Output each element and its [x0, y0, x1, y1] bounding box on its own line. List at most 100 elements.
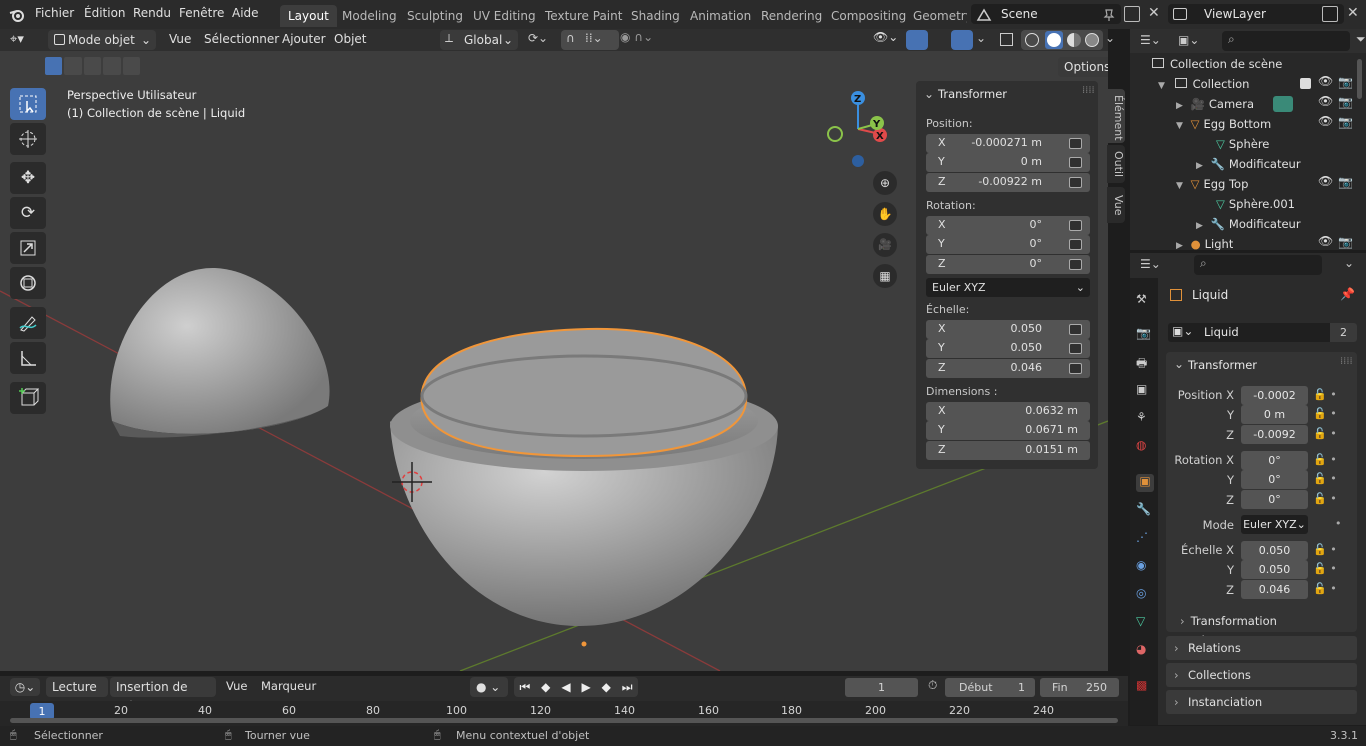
instancing-section[interactable]: › Instanciation [1166, 690, 1357, 714]
position-z-field[interactable]: Z -0.00922 m [926, 173, 1090, 192]
pin-icon[interactable] [1103, 8, 1115, 22]
prop-scale-x[interactable]: 0.050 [1241, 541, 1308, 560]
tab-texture-paint[interactable]: Texture Paint [537, 5, 630, 27]
menu-window[interactable]: Fenêtre [179, 6, 224, 20]
outliner-scrollbar[interactable] [1357, 59, 1362, 99]
ortho-grid-icon[interactable]: ▦ [873, 264, 897, 288]
output-tab-icon[interactable]: 🖶 [1136, 354, 1154, 372]
tab-compositing[interactable]: Compositing [823, 5, 914, 27]
tool-tab-icon[interactable]: ⚒ [1136, 292, 1154, 310]
tab-animation[interactable]: Animation [682, 5, 759, 27]
expand-icon[interactable]: ▶ [1176, 241, 1183, 250]
outliner-root[interactable]: Collection de scène [1152, 54, 1282, 74]
material-shading-icon[interactable] [1067, 33, 1081, 47]
eye-icon[interactable]: 👁 [1318, 114, 1333, 128]
outliner-item-camera[interactable]: ▶ 🎥 Camera [1176, 94, 1254, 114]
lock-icon[interactable]: 🔓 • [1313, 492, 1337, 505]
tab-modeling[interactable]: Modeling [334, 5, 405, 27]
modifier-tab-icon[interactable]: 🔧 [1136, 502, 1154, 520]
jump-end-icon[interactable]: ⏭ [622, 677, 633, 697]
annotate-tool[interactable] [10, 307, 46, 339]
solid-shading-icon[interactable] [1045, 31, 1063, 49]
object-tab-icon[interactable]: ▣ [1136, 474, 1154, 492]
eye-icon[interactable]: 👁 [1318, 94, 1333, 108]
mesh-data-tab-icon[interactable]: ▽ [1136, 614, 1154, 632]
outliner-editor-icon[interactable]: ☰⌄ [1140, 33, 1161, 47]
filter-icon[interactable]: ⏷ [1356, 32, 1366, 47]
eye-icon[interactable]: 👁 [1318, 174, 1333, 188]
prop-rotation-x[interactable]: 0° [1241, 451, 1308, 470]
play-reverse-icon[interactable]: ◀ [561, 677, 570, 697]
dimension-x-field[interactable]: X 0.0632 m [926, 402, 1090, 421]
tab-uv-editing[interactable]: UV Editing [465, 5, 544, 27]
select-box-tool[interactable] [10, 88, 46, 120]
select-new-icon[interactable] [45, 57, 63, 75]
render-camera-icon[interactable]: 📷 [1338, 95, 1353, 109]
prop-rotation-mode[interactable]: Euler XYZ⌄ [1241, 515, 1308, 534]
menu-edit[interactable]: Édition [84, 6, 126, 20]
properties-search-input[interactable] [1194, 255, 1322, 275]
delta-transform-subpanel[interactable]: ›Transformation différentielle [1180, 611, 1350, 648]
relations-section[interactable]: › Relations [1166, 636, 1357, 660]
stopwatch-icon[interactable]: ⏱ [928, 678, 937, 693]
outliner-item-sphere-001[interactable]: ▽ Sphère.001 [1216, 194, 1295, 214]
add-cube-tool[interactable] [10, 382, 46, 414]
eye-icon[interactable]: 👁 [1318, 74, 1333, 88]
measure-tool[interactable] [10, 342, 46, 374]
lock-icon[interactable]: 🔓 • [1313, 472, 1337, 485]
animate-dot-icon[interactable]: • [1335, 517, 1342, 530]
drag-handle-icon[interactable]: ⁞⁞⁞⁞ [1340, 356, 1353, 367]
lock-icon[interactable]: 🔓 • [1313, 582, 1337, 595]
lock-icon[interactable]: 🔓 • [1313, 407, 1337, 420]
expand-icon[interactable]: ▼ [1158, 81, 1165, 91]
rotation-mode-dropdown[interactable]: Euler XYZ ⌄ [926, 278, 1090, 297]
drag-handle-icon[interactable]: ⁞⁞⁞⁞ [1082, 85, 1095, 96]
pivot-icon[interactable]: ⟳⌄ [528, 31, 548, 45]
menu-select[interactable]: Sélectionner [204, 32, 279, 46]
snap-group[interactable]: ∩ ⁞⁞⌄ [561, 30, 619, 50]
prop-rotation-y[interactable]: 0° [1241, 470, 1308, 489]
prop-position-x[interactable]: -0.0002 [1241, 386, 1308, 405]
outliner-item-modifiers[interactable]: ▶ 🔧 Modificateur [1196, 214, 1301, 234]
timeline-editor-icon[interactable]: ◷⌄ [10, 678, 40, 696]
lock-icon[interactable] [1069, 259, 1082, 270]
object-data-field[interactable]: ▣⌄ Liquid 2 [1168, 323, 1357, 342]
tab-tool[interactable]: Outil [1107, 145, 1125, 183]
close-viewlayer-icon[interactable]: ✕ [1347, 5, 1359, 21]
tab-shading[interactable]: Shading [623, 5, 688, 27]
lock-icon[interactable] [1069, 363, 1082, 374]
scale-x-field[interactable]: X 0.050 [926, 320, 1090, 339]
outliner-item-sphere[interactable]: ▽ Sphère [1216, 134, 1269, 154]
cursor-tool[interactable] [10, 123, 46, 155]
prop-position-z[interactable]: -0.0092 [1241, 425, 1308, 444]
rendered-shading-icon[interactable] [1085, 33, 1099, 47]
render-camera-icon[interactable]: 📷 [1338, 175, 1353, 189]
select-intersect-icon[interactable] [122, 57, 141, 75]
render-camera-icon[interactable]: 📷 [1338, 235, 1353, 249]
tab-layout[interactable]: Layout [280, 5, 337, 27]
prop-scale-y[interactable]: 0.050 [1241, 560, 1308, 579]
lock-icon[interactable] [1069, 157, 1082, 168]
timeline-view-menu[interactable]: Vue [226, 679, 247, 693]
outliner-item-egg-bottom[interactable]: ▼ ▽ Egg Bottom [1176, 114, 1271, 134]
snap-icon[interactable]: ∩ [566, 31, 575, 45]
tab-view[interactable]: Vue [1107, 187, 1125, 223]
position-x-field[interactable]: X -0.000271 m [926, 134, 1090, 153]
expand-icon[interactable]: ▼ [1176, 121, 1183, 131]
keying-menu[interactable]: Insertion de clés ⌄ [110, 677, 216, 714]
proportional-edit-icon[interactable]: ◉ ∩⌄ [620, 30, 653, 44]
rotation-x-field[interactable]: X 0° [926, 216, 1090, 235]
collections-section[interactable]: › Collections [1166, 663, 1357, 687]
scene-tab-icon[interactable]: ⚘ [1136, 410, 1154, 428]
material-tab-icon[interactable]: ◕ [1136, 642, 1154, 660]
collapse-chevron-icon[interactable]: ⌄ [924, 87, 934, 101]
lock-icon[interactable] [1069, 239, 1082, 250]
render-tab-icon[interactable]: 📷 [1136, 326, 1154, 344]
outliner-item-modifiers[interactable]: ▶ 🔧 Modificateur [1196, 154, 1301, 174]
lock-icon[interactable]: 🔓 • [1313, 543, 1337, 556]
play-icon[interactable]: ▶ [581, 677, 590, 697]
camera-data-icon[interactable] [1273, 96, 1293, 112]
lock-icon[interactable] [1069, 324, 1082, 335]
tab-item[interactable]: Élément [1107, 89, 1125, 143]
rotate-tool[interactable]: ⟳ [10, 197, 46, 229]
